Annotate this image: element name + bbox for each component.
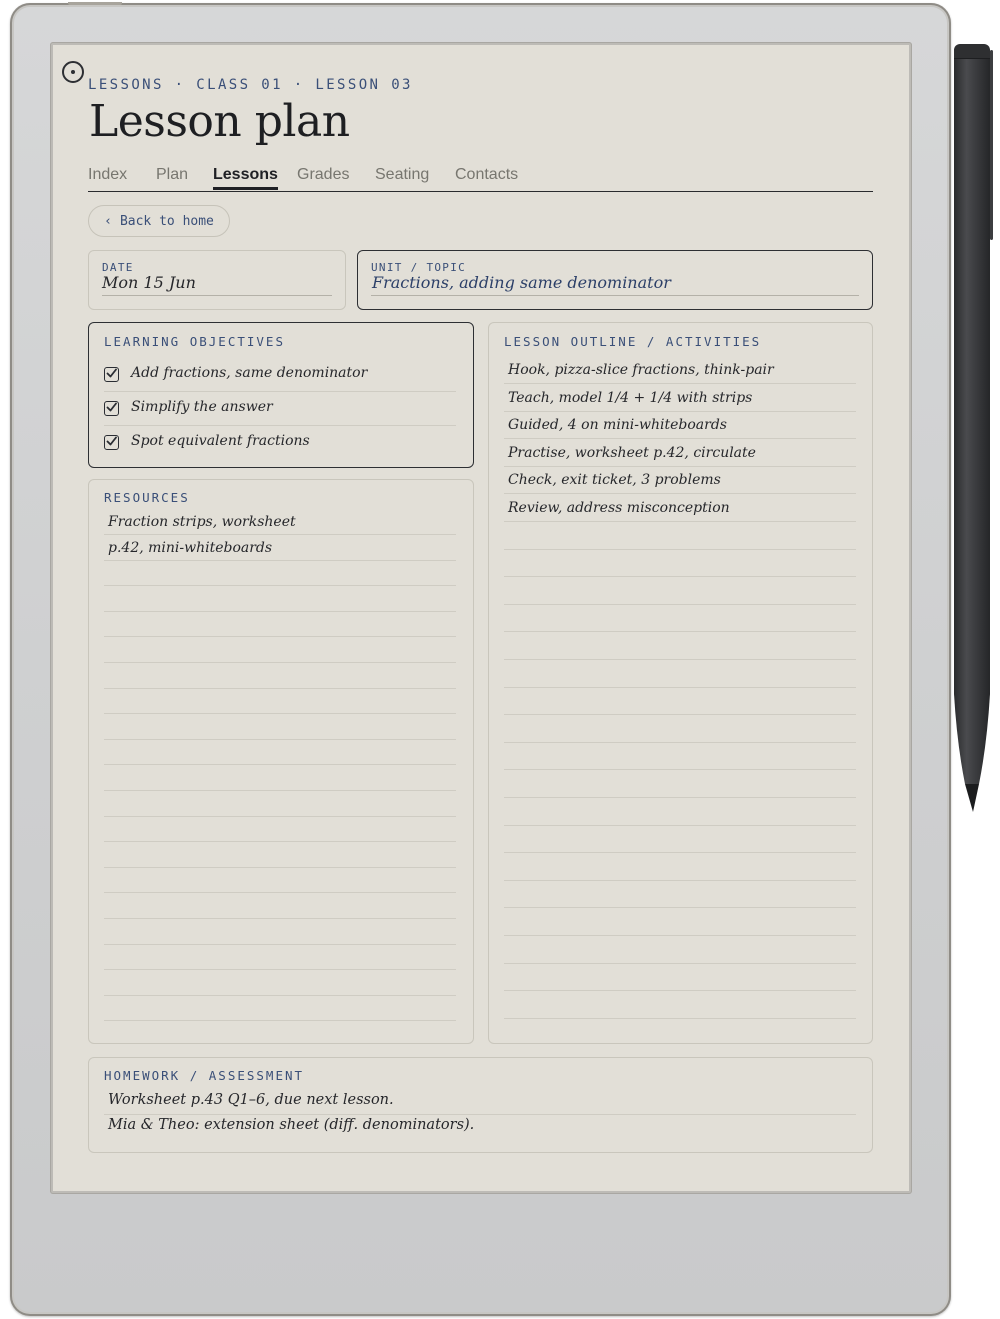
rule-line	[104, 764, 456, 766]
checkbox-checked[interactable]	[104, 435, 119, 450]
rule-line	[504, 797, 856, 798]
rule-line	[104, 943, 456, 945]
rule-line	[504, 631, 856, 633]
tab-contacts[interactable]: Contacts	[455, 166, 518, 184]
rule-line	[104, 1020, 456, 1022]
rule-line	[504, 935, 856, 936]
check-icon	[106, 402, 117, 412]
resources-label: RESOURCES	[104, 490, 190, 505]
rule-line	[104, 662, 456, 663]
checkbox-checked[interactable]	[104, 401, 119, 416]
rule-line	[104, 636, 456, 638]
lesson-outline-label: LESSON OUTLINE / ACTIVITIES	[504, 334, 762, 349]
learning-objectives-label: LEARNING OBJECTIVES	[104, 334, 285, 349]
resources-text: Fraction strips, worksheet	[108, 514, 296, 530]
sync-status-icon[interactable]	[62, 61, 84, 83]
chevron-left-icon: ‹	[104, 213, 112, 229]
rule-line	[104, 892, 456, 894]
outline-item: Teach, model 1/4 + 1/4 with strips	[504, 385, 856, 413]
tab-index[interactable]: Index	[88, 166, 127, 184]
rule-line	[504, 990, 856, 992]
rule-line	[504, 603, 856, 605]
rule-line	[504, 852, 856, 854]
rule-line	[104, 866, 456, 868]
rule-line	[504, 1017, 856, 1019]
outline-item: Practise, worksheet p.42, circulate	[504, 440, 856, 468]
rule-line	[104, 738, 456, 740]
homework-label: HOMEWORK / ASSESSMENT	[104, 1068, 305, 1083]
rule-line	[104, 585, 456, 587]
outline-text: Teach, model 1/4 + 1/4 with strips	[508, 390, 753, 406]
objective-item[interactable]: Simplify the answer	[104, 392, 456, 426]
rule-line	[504, 824, 856, 826]
tab-plan[interactable]: Plan	[156, 166, 188, 184]
objective-item[interactable]: Add fractions, same denominator	[104, 358, 456, 392]
unit-topic-value: Fractions, adding same denominator	[372, 273, 671, 292]
objective-item[interactable]: Spot equivalent fractions	[104, 426, 456, 460]
rule-line	[504, 962, 856, 964]
rule-line	[504, 741, 856, 743]
homework-text: Mia & Theo: extension sheet (diff. denom…	[108, 1117, 475, 1133]
homework-text: Worksheet p.43 Q1–6, due next lesson.	[108, 1092, 394, 1108]
date-value: Mon 15 Jun	[102, 273, 196, 292]
tab-bar: Index Plan Lessons Grades Seating Contac…	[88, 166, 873, 192]
unit-topic-underline	[371, 295, 859, 296]
objective-text: Add fractions, same denominator	[131, 365, 368, 381]
date-field[interactable]: DATE Mon 15 Jun	[88, 250, 346, 310]
back-button-label: Back to home	[119, 213, 214, 229]
rule-line	[504, 576, 856, 578]
rule-line	[104, 713, 456, 715]
rule-line	[504, 879, 856, 881]
rule-line	[104, 815, 456, 817]
tab-lessons[interactable]: Lessons	[213, 166, 278, 190]
page-title: Lesson plan	[89, 96, 350, 147]
rule-line	[104, 687, 456, 689]
homework-line: Mia & Theo: extension sheet (diff. denom…	[104, 1112, 856, 1140]
check-icon	[106, 368, 117, 378]
resources-line: Fraction strips, worksheet	[104, 509, 456, 537]
outline-item: Check, exit ticket, 3 problems	[504, 467, 856, 495]
rule-line	[504, 548, 856, 550]
resources-line: p.42, mini-whiteboards	[104, 535, 456, 563]
objective-text: Spot equivalent fractions	[131, 433, 310, 449]
outline-text: Guided, 4 on mini-whiteboards	[508, 417, 727, 433]
check-icon	[106, 436, 117, 446]
outline-text: Check, exit ticket, 3 problems	[508, 472, 721, 488]
homework-line: Worksheet p.43 Q1–6, due next lesson.	[104, 1087, 856, 1115]
resources-text: p.42, mini-whiteboards	[108, 540, 273, 556]
rule-line	[504, 769, 856, 771]
outline-text: Review, address misconception	[508, 500, 730, 516]
resources-ruled-area[interactable]	[104, 508, 456, 1028]
outline-item: Guided, 4 on mini-whiteboards	[504, 412, 856, 440]
rule-line	[504, 714, 856, 716]
rule-line	[104, 918, 456, 919]
checkbox-checked[interactable]	[104, 367, 119, 382]
outline-text: Practise, worksheet p.42, circulate	[508, 445, 756, 461]
outline-item: Review, address misconception	[504, 495, 856, 523]
outline-text: Hook, pizza-slice fractions, think-pair	[508, 362, 774, 378]
rule-line	[104, 610, 456, 612]
device-notch	[68, 2, 122, 5]
objective-text: Simplify the answer	[131, 399, 273, 415]
tab-grades[interactable]: Grades	[297, 166, 349, 184]
rule-line	[104, 994, 456, 996]
rule-line	[504, 659, 856, 660]
back-to-home-button[interactable]: ‹ Back to home	[88, 205, 230, 237]
rule-line	[104, 790, 456, 791]
stylus-pen	[954, 44, 993, 812]
unit-topic-field[interactable]: UNIT / TOPIC Fractions, adding same deno…	[357, 250, 873, 310]
rule-line	[104, 969, 456, 971]
rule-line	[504, 907, 856, 909]
rule-line	[504, 686, 856, 688]
breadcrumb: LESSONS · CLASS 01 · LESSON 03	[88, 77, 413, 93]
outline-item: Hook, pizza-slice fractions, think-pair	[504, 357, 856, 385]
rule-line	[104, 841, 456, 843]
date-underline	[102, 295, 332, 296]
tab-seating[interactable]: Seating	[375, 166, 429, 184]
